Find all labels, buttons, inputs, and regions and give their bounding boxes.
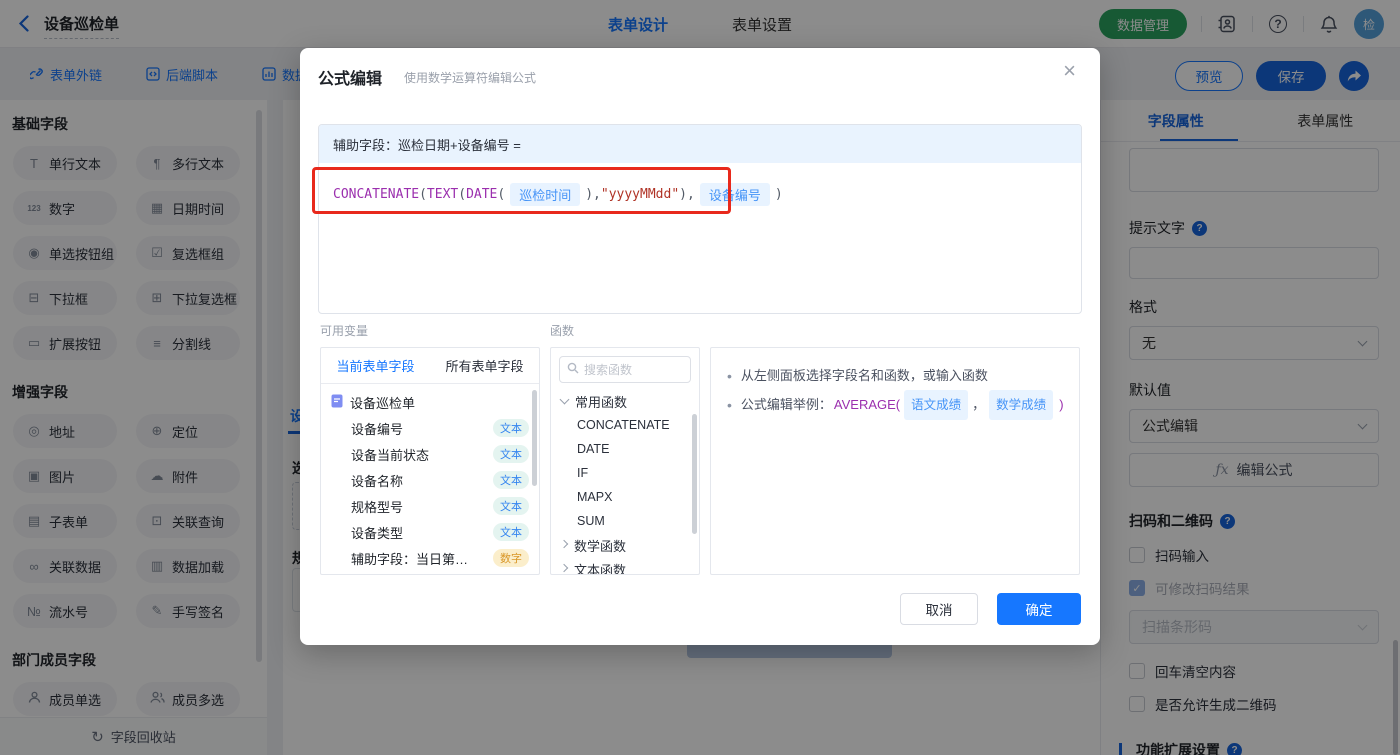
chevron-right-icon	[559, 539, 569, 548]
function-search-input[interactable]	[584, 362, 684, 377]
search-icon	[567, 362, 579, 377]
variables-label: 可用变量	[320, 324, 369, 338]
type-badge: 文本	[493, 523, 529, 541]
type-badge: 文本	[493, 497, 529, 515]
type-badge: 文本	[493, 419, 529, 437]
formula-field-chip[interactable]: 设备编号	[699, 183, 770, 206]
variables-root-row[interactable]: 设备巡检单	[321, 389, 539, 415]
formula-token: DATE	[466, 187, 498, 202]
example-function-name: AVERAGE(	[833, 397, 901, 412]
modal-subtitle: 使用数学运算符编辑公式	[404, 71, 537, 85]
functions-panel: 常用函数 CONCATENATE DATE IF MAPX SUM 数学函数 文…	[550, 347, 700, 575]
formula-token: CONCATENATE	[333, 187, 420, 202]
variable-row[interactable]: 设备当前状态 文本	[321, 441, 539, 467]
bullet-icon: •	[727, 368, 732, 384]
function-search-box	[559, 356, 691, 383]
variables-panel: 当前表单字段 所有表单字段 设备巡检单 设备编号 文本 设备当前状态 文本 设备名称…	[320, 347, 540, 575]
variables-tabs: 当前表单字段 所有表单字段	[321, 348, 539, 384]
formula-token: ),	[585, 187, 601, 202]
variables-scrollbar[interactable]	[532, 390, 537, 486]
type-badge: 文本	[493, 471, 529, 489]
function-item[interactable]: MAPX	[551, 485, 699, 509]
function-item[interactable]: SUM	[551, 509, 699, 533]
formula-target-label: 辅助字段：巡检日期+设备编号 =	[319, 125, 1081, 163]
close-icon[interactable]: ×	[1063, 60, 1076, 82]
example-field-chip: 数学成绩	[989, 390, 1054, 420]
type-badge: 数字	[493, 549, 529, 567]
form-doc-icon	[331, 394, 343, 411]
formula-expression[interactable]: CONCATENATE ( TEXT ( DATE ( 巡检时间 ), "yyy…	[319, 163, 1081, 226]
function-group-text[interactable]: 文本函数	[551, 557, 699, 574]
formula-token: (	[419, 187, 427, 202]
chevron-down-icon	[559, 394, 570, 405]
tip-line-2: • 公式编辑举例： AVERAGE( 语文成绩 ， 数学成绩 )	[727, 390, 1064, 420]
formula-token: TEXT	[426, 187, 459, 202]
functions-scrollbar[interactable]	[692, 414, 697, 534]
function-group-common[interactable]: 常用函数	[551, 389, 699, 413]
app-root: 设备巡检单 表单设计 表单设置 数据管理 ? 检 表单外链 后端脚本 预览 保存…	[0, 0, 1400, 755]
formula-token: ),	[679, 187, 695, 202]
formula-token: "yyyyMMdd"	[600, 187, 680, 202]
variable-row[interactable]: 设备类型 文本	[321, 519, 539, 545]
tab-all-form-fields[interactable]: 所有表单字段	[430, 348, 539, 383]
formula-token: (	[458, 187, 467, 202]
tips-panel: • 从左侧面板选择字段名和函数，或输入函数 • 公式编辑举例： AVERAGE(…	[710, 347, 1080, 575]
formula-field-chip[interactable]: 巡检时间	[510, 183, 581, 206]
variable-row[interactable]: 规格型号 文本	[321, 493, 539, 519]
modal-title: 公式编辑	[318, 71, 383, 88]
cancel-button[interactable]: 取消	[900, 593, 978, 625]
variable-row[interactable]: 辅助字段：当日第几次...数字	[321, 545, 539, 571]
variable-row[interactable]: 设备编号 文本	[321, 415, 539, 441]
function-item[interactable]: CONCATENATE	[551, 413, 699, 437]
formula-edit-modal: 公式编辑 使用数学运算符编辑公式 × 辅助字段：巡检日期+设备编号 = CONC…	[300, 48, 1100, 645]
confirm-button[interactable]: 确定	[997, 593, 1081, 625]
example-field-chip: 语文成绩	[904, 390, 969, 420]
formula-token: (	[497, 187, 506, 202]
chevron-right-icon	[559, 563, 569, 572]
variable-row[interactable]: 设备名称 文本	[321, 467, 539, 493]
bullet-icon: •	[727, 397, 732, 413]
tab-current-form-fields[interactable]: 当前表单字段	[321, 348, 430, 383]
function-item[interactable]: DATE	[551, 437, 699, 461]
tip-line-1: • 从左侧面板选择字段名和函数，或输入函数	[727, 362, 1063, 390]
function-item[interactable]: IF	[551, 461, 699, 485]
formula-token: )	[774, 187, 783, 202]
formula-editor: 辅助字段：巡检日期+设备编号 = CONCATENATE ( TEXT ( DA…	[318, 124, 1082, 314]
function-group-math[interactable]: 数学函数	[551, 533, 699, 557]
functions-label: 函数	[550, 324, 575, 338]
type-badge: 文本	[493, 445, 529, 463]
